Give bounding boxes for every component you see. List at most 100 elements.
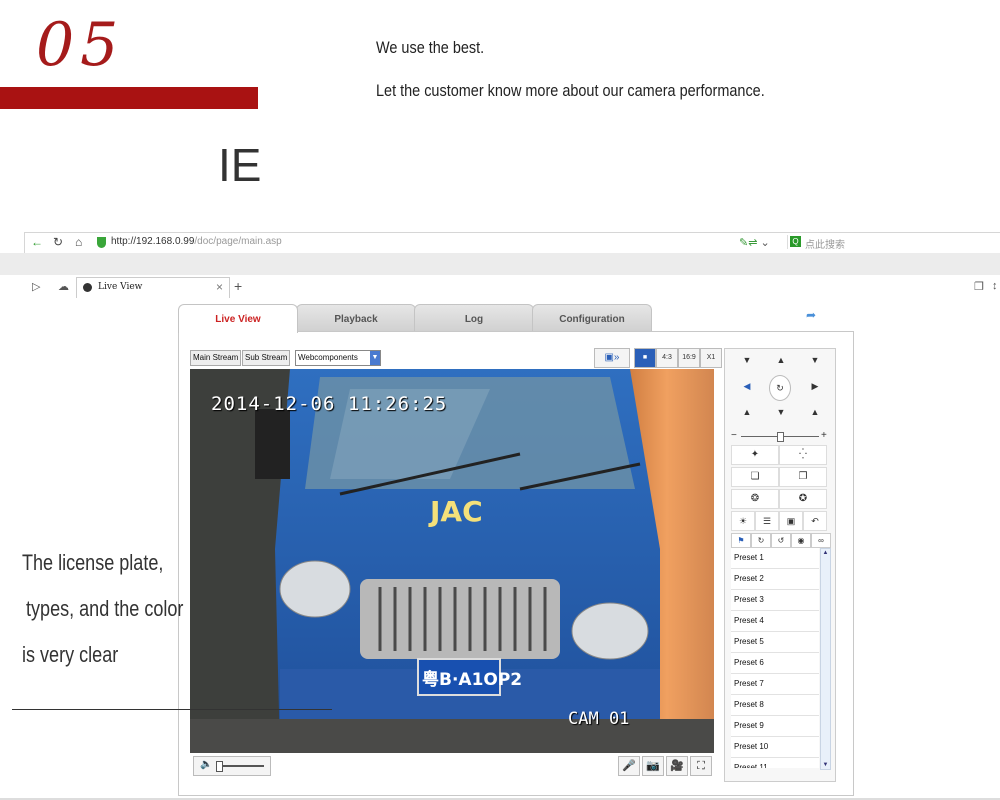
live-view-panel: Main Stream Sub Stream Webcomponents ▼ ▣… — [178, 331, 854, 796]
live-video[interactable]: JAC 粤B·A1OP2 2014-12-06 11:26:25 CAM 01 — [190, 369, 714, 753]
focus-far-icon[interactable]: ❐ — [779, 467, 827, 487]
window-split-icon[interactable]: ▣» — [594, 348, 630, 368]
list-item[interactable]: Preset 1 — [731, 548, 819, 569]
cloud-icon[interactable]: ☁ — [58, 280, 69, 293]
aspect-4-3-button[interactable]: 4:3 — [656, 348, 678, 368]
plugin-select[interactable]: Webcomponents ▼ — [295, 350, 381, 366]
volume-slider[interactable]: 🔈 — [193, 756, 271, 776]
volume-track — [216, 765, 264, 767]
back-arrow-icon[interactable]: ← — [31, 235, 43, 249]
zoom-in-icon[interactable]: ✦ — [731, 445, 779, 465]
scroll-up-icon[interactable]: ▲ — [821, 550, 830, 556]
share-icon[interactable]: ✎⇌ ⌄ — [739, 236, 770, 249]
plus-icon[interactable]: + — [821, 430, 827, 441]
pan-down-icon[interactable]: ▼ — [771, 407, 791, 417]
pan-down-left-icon[interactable]: ▲ — [737, 407, 757, 417]
fill-window-icon[interactable]: ■ — [634, 348, 656, 368]
list-item[interactable]: Preset 11 — [731, 758, 819, 768]
pattern-tab-icon[interactable]: ↺ — [771, 533, 791, 548]
search-engine-icon: Q — [790, 236, 801, 247]
intro-line-2: Let the customer know more about our cam… — [376, 81, 765, 100]
tab-log[interactable]: Log — [414, 304, 534, 332]
list-item[interactable]: Preset 10 — [731, 737, 819, 758]
browser-tab-live-view[interactable]: Live View × — [76, 277, 230, 298]
list-item[interactable]: Preset 6 — [731, 653, 819, 674]
toolbar-strip — [0, 253, 1000, 275]
osd-channel: CAM 01 — [568, 709, 630, 729]
main-stream-button[interactable]: Main Stream — [190, 350, 242, 366]
tracking-tab-icon[interactable]: ∞ — [811, 533, 831, 548]
light-icon[interactable]: ☀ — [731, 511, 755, 531]
iris-close-icon[interactable]: ✪ — [779, 489, 827, 509]
auto-pan-icon[interactable]: ↻ — [769, 375, 791, 401]
list-item[interactable]: Preset 5 — [731, 632, 819, 653]
url-path: /doc/page/main.asp — [194, 236, 282, 247]
list-item[interactable]: Preset 4 — [731, 611, 819, 632]
one-touch-focus-icon[interactable]: ↶ — [803, 511, 827, 531]
truck-brand: JAC — [428, 495, 483, 528]
focus-near-icon[interactable]: ❏ — [731, 467, 779, 487]
tab-configuration[interactable]: Configuration — [532, 304, 652, 332]
record-icon[interactable]: 🎥 — [666, 756, 688, 776]
video-controls: 🔈 🎤 📷 🎥 ⛶ — [190, 756, 714, 778]
shield-icon — [97, 237, 106, 248]
address-bar[interactable]: ← ↻ ⌂ http://192.168.0.99/doc/page/main.… — [24, 232, 1000, 254]
pan-up-right-icon[interactable]: ▼ — [805, 355, 825, 365]
url-text[interactable]: http://192.168.0.99/doc/page/main.asp — [111, 236, 282, 247]
pan-right-icon[interactable]: ▶ — [805, 381, 825, 392]
preset-scrollbar[interactable]: ▲ ▼ — [820, 548, 831, 770]
caption-line-3: is very clear — [22, 642, 119, 667]
zoom-icon[interactable]: ⛶ — [690, 756, 712, 776]
camera-web-app: Live View Playback Log Configuration ➦ M… — [178, 304, 854, 796]
refresh-icon[interactable]: ↻ — [53, 235, 63, 249]
sidebar-toggle-icon[interactable]: ▷ — [32, 280, 40, 293]
scroll-down-icon[interactable]: ▼ — [821, 762, 830, 768]
iris-open-icon[interactable]: ❂ — [731, 489, 779, 509]
restore-icon[interactable]: ❐ — [974, 280, 984, 293]
pan-down-right-icon[interactable]: ▲ — [805, 407, 825, 417]
speaker-icon: 🔈 — [200, 759, 213, 770]
park-tab-icon[interactable]: ◉ — [791, 533, 811, 548]
3d-position-icon[interactable]: ▣ — [779, 511, 803, 531]
pan-left-icon[interactable]: ◀ — [737, 381, 757, 392]
volume-knob[interactable] — [216, 761, 223, 772]
plugin-select-value: Webcomponents — [298, 353, 358, 362]
intro-line-1: We use the best. — [376, 38, 485, 57]
home-icon[interactable]: ⌂ — [75, 235, 82, 249]
patrol-tab-icon[interactable]: ↻ — [751, 533, 771, 548]
zoom-out-icon[interactable]: ⁛ — [779, 445, 827, 465]
preset-list: Preset 1 Preset 2 Preset 3 Preset 4 Pres… — [731, 548, 819, 768]
menu-icon[interactable]: ↕ — [992, 280, 998, 292]
pan-up-left-icon[interactable]: ▼ — [737, 355, 757, 365]
sub-stream-button[interactable]: Sub Stream — [242, 350, 291, 366]
accent-bar — [0, 87, 258, 109]
logout-icon[interactable]: ➦ — [806, 308, 816, 322]
list-item[interactable]: Preset 2 — [731, 569, 819, 590]
tab-playback[interactable]: Playback — [296, 304, 416, 332]
speed-knob[interactable] — [777, 432, 784, 442]
pan-up-icon[interactable]: ▲ — [771, 355, 791, 365]
original-size-button[interactable]: X1 — [700, 348, 722, 368]
search-placeholder: 点此搜索 — [805, 240, 845, 251]
new-tab-button[interactable]: + — [234, 278, 242, 294]
ptz-direction-pad: ▼ ▲ ▼ ◀ ↻ ▶ ▲ ▼ ▲ — [733, 353, 827, 425]
list-item[interactable]: Preset 7 — [731, 674, 819, 695]
list-item[interactable]: Preset 9 — [731, 716, 819, 737]
browser-label: IE — [218, 139, 262, 191]
preset-tabs: ⚑ ↻ ↺ ◉ ∞ — [731, 533, 831, 548]
caption-line-1: The license plate, — [22, 550, 164, 575]
microphone-icon[interactable]: 🎤 — [618, 756, 640, 776]
list-item[interactable]: Preset 3 — [731, 590, 819, 611]
close-icon[interactable]: × — [216, 280, 223, 294]
minus-icon[interactable]: − — [731, 430, 737, 441]
camera-icon[interactable]: 📷 — [642, 756, 664, 776]
list-item[interactable]: Preset 8 — [731, 695, 819, 716]
wiper-icon[interactable]: ☰ — [755, 511, 779, 531]
aspect-16-9-button[interactable]: 16:9 — [678, 348, 700, 368]
ptz-speed-slider[interactable]: − + — [731, 430, 829, 442]
chevron-down-icon: ▼ — [370, 351, 380, 365]
search-input[interactable]: Q 点此搜索 — [787, 235, 1000, 251]
preset-tab-icon[interactable]: ⚑ — [731, 533, 751, 548]
camera-frame: JAC 粤B·A1OP2 — [190, 369, 714, 753]
tab-live-view[interactable]: Live View — [178, 304, 298, 333]
